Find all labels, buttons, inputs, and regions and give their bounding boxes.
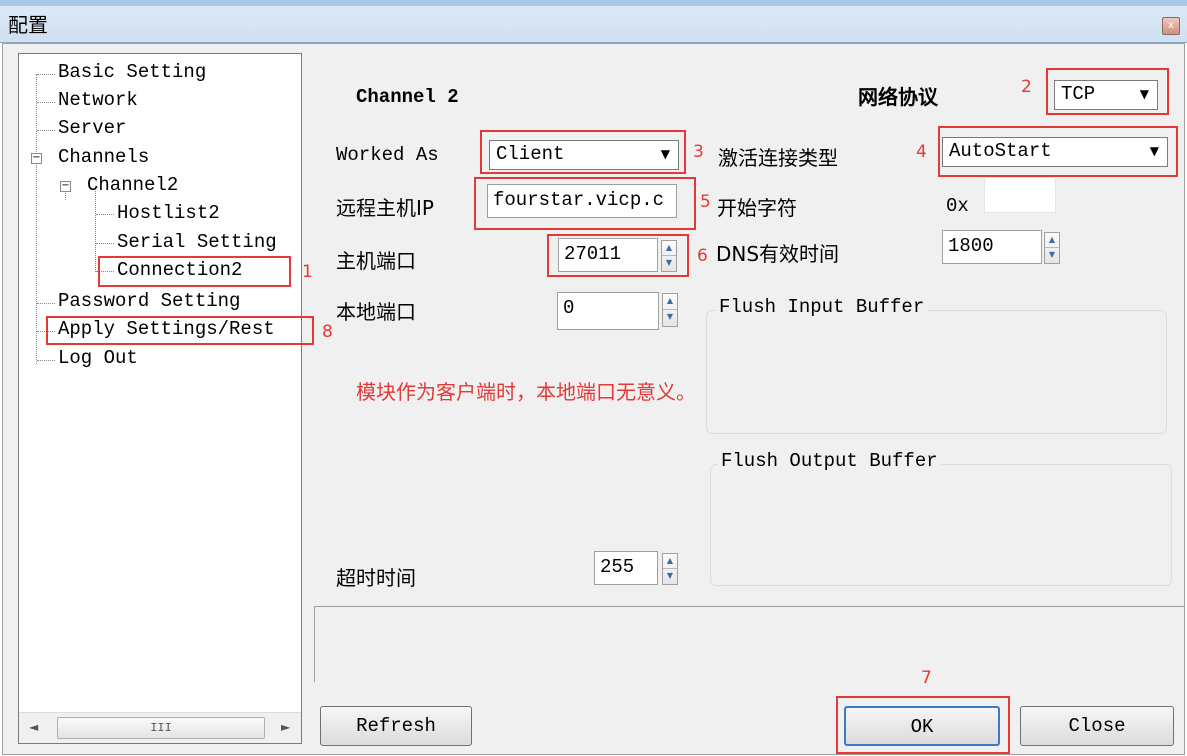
dns-ttl-stepper[interactable]: ▲ ▼ [1044, 232, 1060, 264]
local-port-label: 本地端口 [336, 300, 416, 324]
tree-line [37, 130, 55, 131]
tree-item-network[interactable]: Network [58, 86, 138, 114]
flush-input-group [706, 310, 1167, 434]
spin-up-icon[interactable]: ▲ [663, 294, 677, 310]
scroll-left-icon[interactable]: ◄ [29, 720, 38, 734]
close-button[interactable]: Close [1020, 706, 1174, 746]
local-port-input[interactable]: 0 [557, 292, 659, 330]
spin-up-icon[interactable]: ▲ [663, 554, 677, 569]
worked-as-label: Worked As [336, 144, 439, 166]
activate-type-label: 激活连接类型 [718, 146, 838, 170]
window-title: 配置 [8, 13, 48, 37]
tree-line [37, 74, 55, 75]
tree-line [96, 243, 114, 244]
collapse-icon[interactable]: − [60, 181, 71, 192]
annotation-number-5: 5 [700, 192, 711, 212]
timeout-input[interactable]: 255 [594, 551, 658, 585]
tree-line [37, 303, 55, 304]
flush-input-label: Flush Input Buffer [716, 296, 928, 318]
annotation-number-4: 4 [916, 142, 927, 162]
annotation-box-4 [938, 126, 1178, 177]
tree-item-serial-setting[interactable]: Serial Setting [117, 228, 277, 256]
tree-horizontal-scrollbar[interactable]: ◄ III ► [19, 712, 301, 743]
title-bar: 配置 x [0, 0, 1187, 43]
dns-ttl-label: DNS有效时间 [716, 242, 840, 266]
annotation-box-6 [547, 234, 689, 277]
timeout-label: 超时时间 [336, 566, 416, 590]
flush-output-group [710, 464, 1172, 586]
remote-ip-label: 远程主机IP [336, 196, 434, 220]
local-port-stepper[interactable]: ▲ ▼ [662, 293, 678, 327]
annotation-number-8: 8 [322, 322, 333, 342]
start-char-label: 开始字符 [717, 196, 797, 220]
local-port-note: 模块作为客户端时，本地端口无意义。 [356, 380, 696, 404]
tree-item-password-setting[interactable]: Password Setting [58, 287, 240, 315]
annotation-box-5 [474, 177, 696, 230]
annotation-box-7 [836, 696, 1010, 754]
scroll-right-icon[interactable]: ► [281, 720, 290, 734]
tree-item-channel2[interactable]: Channel2 [87, 171, 178, 199]
spin-up-icon[interactable]: ▲ [1045, 233, 1059, 248]
tree-line [37, 102, 55, 103]
annotation-box-8 [46, 316, 314, 345]
annotation-number-2: 2 [1021, 77, 1032, 97]
close-icon[interactable]: x [1162, 17, 1180, 35]
start-char-prefix: 0x [946, 195, 969, 217]
flush-output-label: Flush Output Buffer [718, 450, 941, 472]
spin-down-icon[interactable]: ▼ [663, 569, 677, 584]
tree-line [36, 74, 37, 364]
annotation-number-6: 6 [697, 246, 708, 266]
tree-item-hostlist2[interactable]: Hostlist2 [117, 199, 220, 227]
tree-item-basic-setting[interactable]: Basic Setting [58, 58, 206, 86]
tree-line [37, 360, 55, 361]
tree-line [96, 214, 114, 215]
spin-down-icon[interactable]: ▼ [663, 310, 677, 326]
annotation-number-3: 3 [693, 142, 704, 162]
channel-title: Channel 2 [356, 86, 459, 108]
tree-item-server[interactable]: Server [58, 114, 126, 142]
annotation-box-1 [98, 256, 291, 287]
collapse-icon[interactable]: − [31, 153, 42, 164]
tree-item-channels[interactable]: Channels [58, 143, 149, 171]
tree-item-log-out[interactable]: Log Out [58, 344, 138, 372]
annotation-box-3 [480, 130, 686, 174]
host-port-label: 主机端口 [336, 249, 416, 273]
spin-down-icon[interactable]: ▼ [1045, 248, 1059, 263]
annotation-number-7: 7 [921, 668, 932, 688]
refresh-button[interactable]: Refresh [320, 706, 472, 746]
protocol-label: 网络协议 [858, 85, 938, 109]
annotation-number-1: 1 [302, 262, 313, 282]
timeout-stepper[interactable]: ▲ ▼ [662, 553, 678, 585]
start-char-input[interactable] [984, 177, 1056, 213]
scroll-thumb[interactable]: III [57, 717, 265, 739]
annotation-box-2 [1046, 68, 1169, 115]
separator [314, 606, 315, 682]
dns-ttl-input[interactable]: 1800 [942, 230, 1042, 264]
separator [314, 606, 1184, 607]
